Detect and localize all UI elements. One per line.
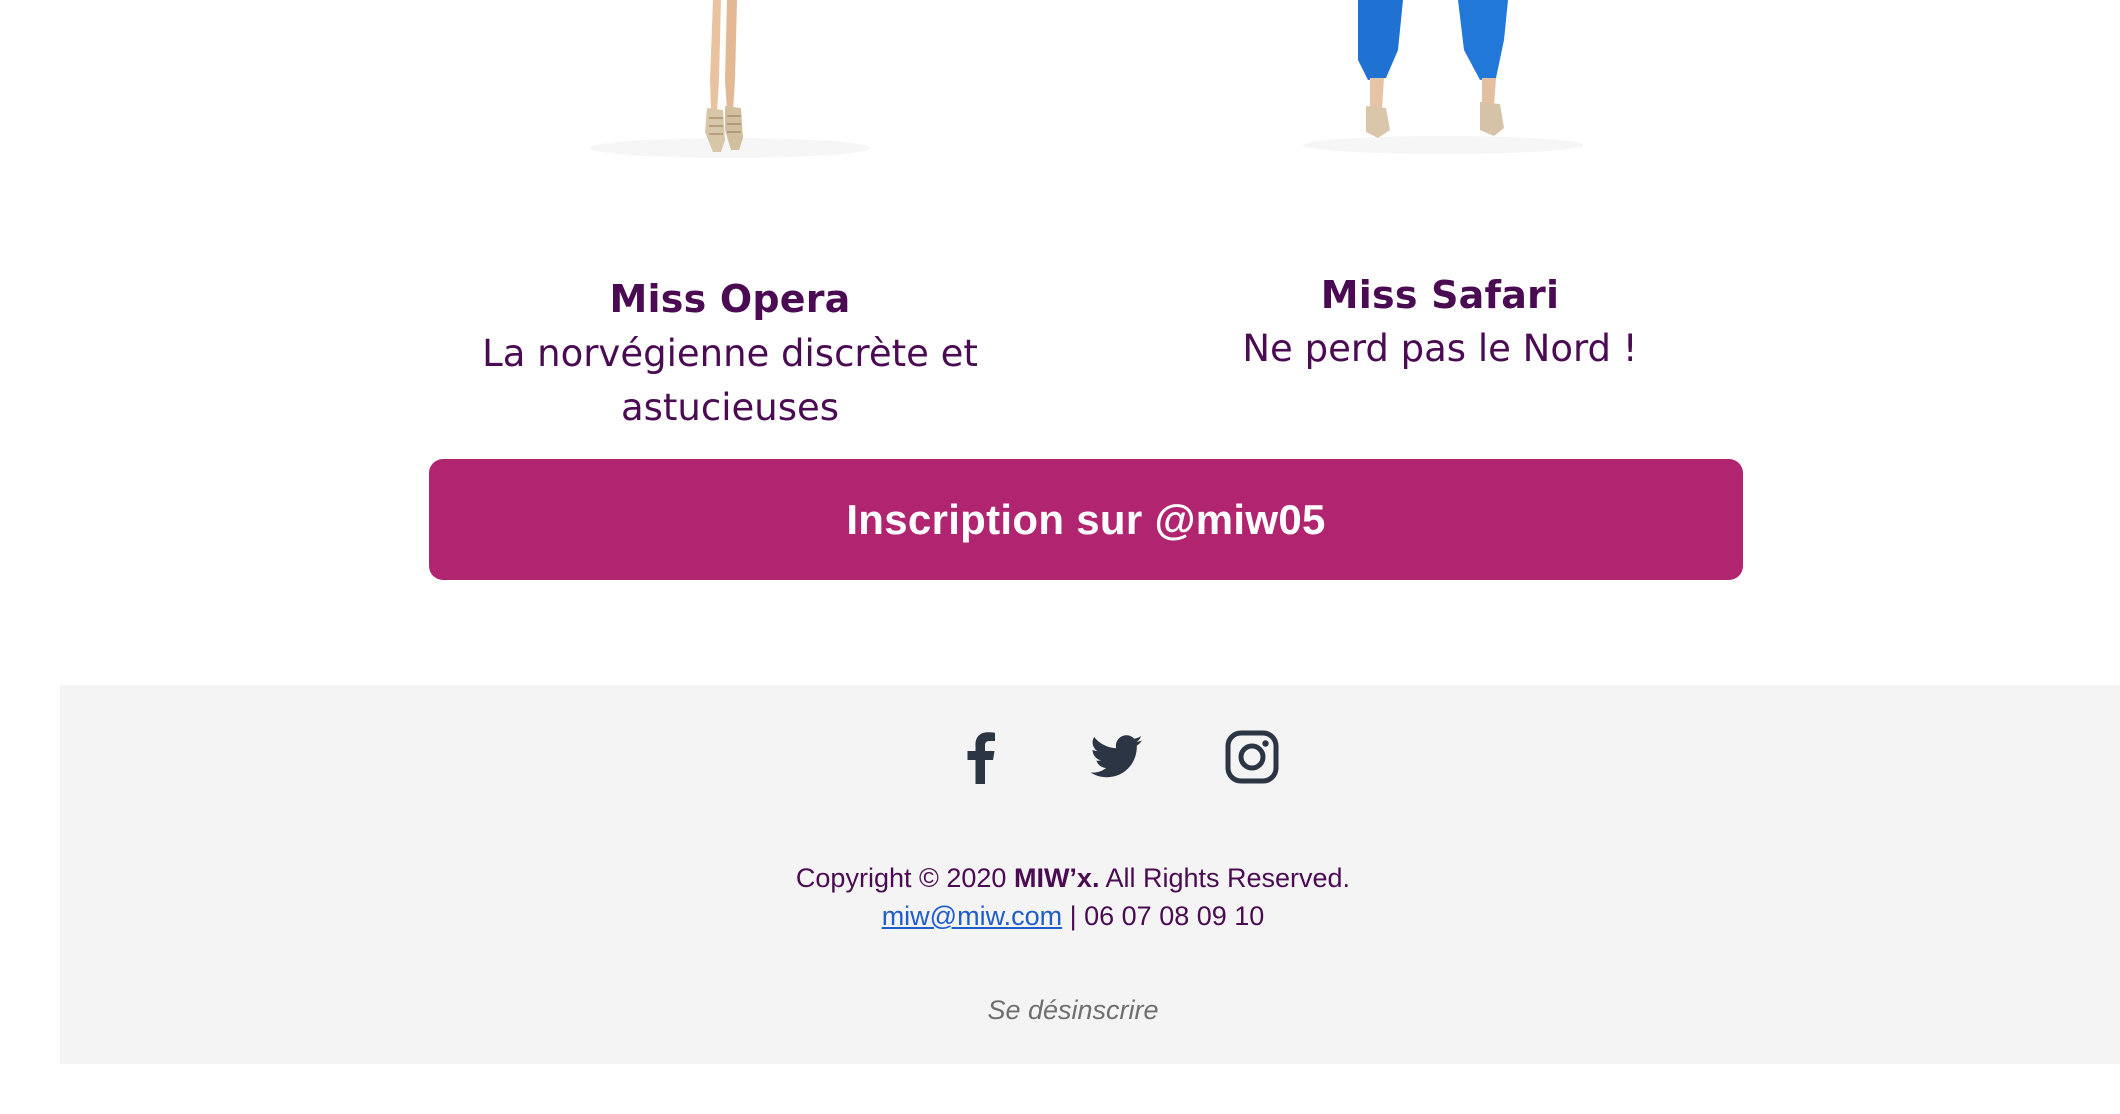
twitter-link[interactable] xyxy=(1087,727,1147,787)
newsletter-page: Miss Opera La norvégienne discrète et as… xyxy=(0,0,2120,1114)
instagram-link[interactable] xyxy=(1222,727,1282,787)
inscription-button[interactable]: Inscription sur @miw05 xyxy=(429,459,1743,580)
footer: Copyright © 2020 MIW’x. All Rights Reser… xyxy=(60,685,2120,1064)
miss-opera-description-line1: La norvégienne discrète et xyxy=(482,332,978,375)
facebook-link[interactable] xyxy=(950,727,1010,787)
copyright-suffix: All Rights Reserved. xyxy=(1099,863,1351,893)
email-link[interactable]: miw@miw.com xyxy=(882,901,1062,931)
miss-opera-image xyxy=(545,0,915,165)
twitter-icon xyxy=(1090,735,1143,778)
phone-number: 06 07 08 09 10 xyxy=(1084,901,1265,931)
blue-pants-heels-image xyxy=(1258,0,1628,160)
miss-safari-title: Miss Safari xyxy=(1320,273,1560,317)
miss-safari-image xyxy=(1258,0,1628,160)
miss-safari-description: Ne perd pas le Nord ! xyxy=(1242,327,1638,370)
miss-opera-description: La norvégienne discrète et astucieuses xyxy=(430,327,1030,435)
copyright-text: Copyright © 2020 MIW’x. All Rights Reser… xyxy=(60,859,2086,897)
miss-opera-description-line2: astucieuses xyxy=(620,386,840,429)
contact-separator: | xyxy=(1062,901,1085,931)
brand-name: MIW’x. xyxy=(1013,863,1100,893)
contact-line: miw@miw.com | 06 07 08 09 10 xyxy=(60,897,2086,935)
legs-heels-image xyxy=(545,0,915,165)
copyright-prefix: Copyright © 2020 xyxy=(795,863,1014,893)
facebook-icon xyxy=(967,732,995,784)
miss-opera-title: Miss Opera xyxy=(609,277,851,321)
unsubscribe-link[interactable]: Se désinscrire xyxy=(60,991,2086,1029)
instagram-icon xyxy=(1225,730,1279,784)
